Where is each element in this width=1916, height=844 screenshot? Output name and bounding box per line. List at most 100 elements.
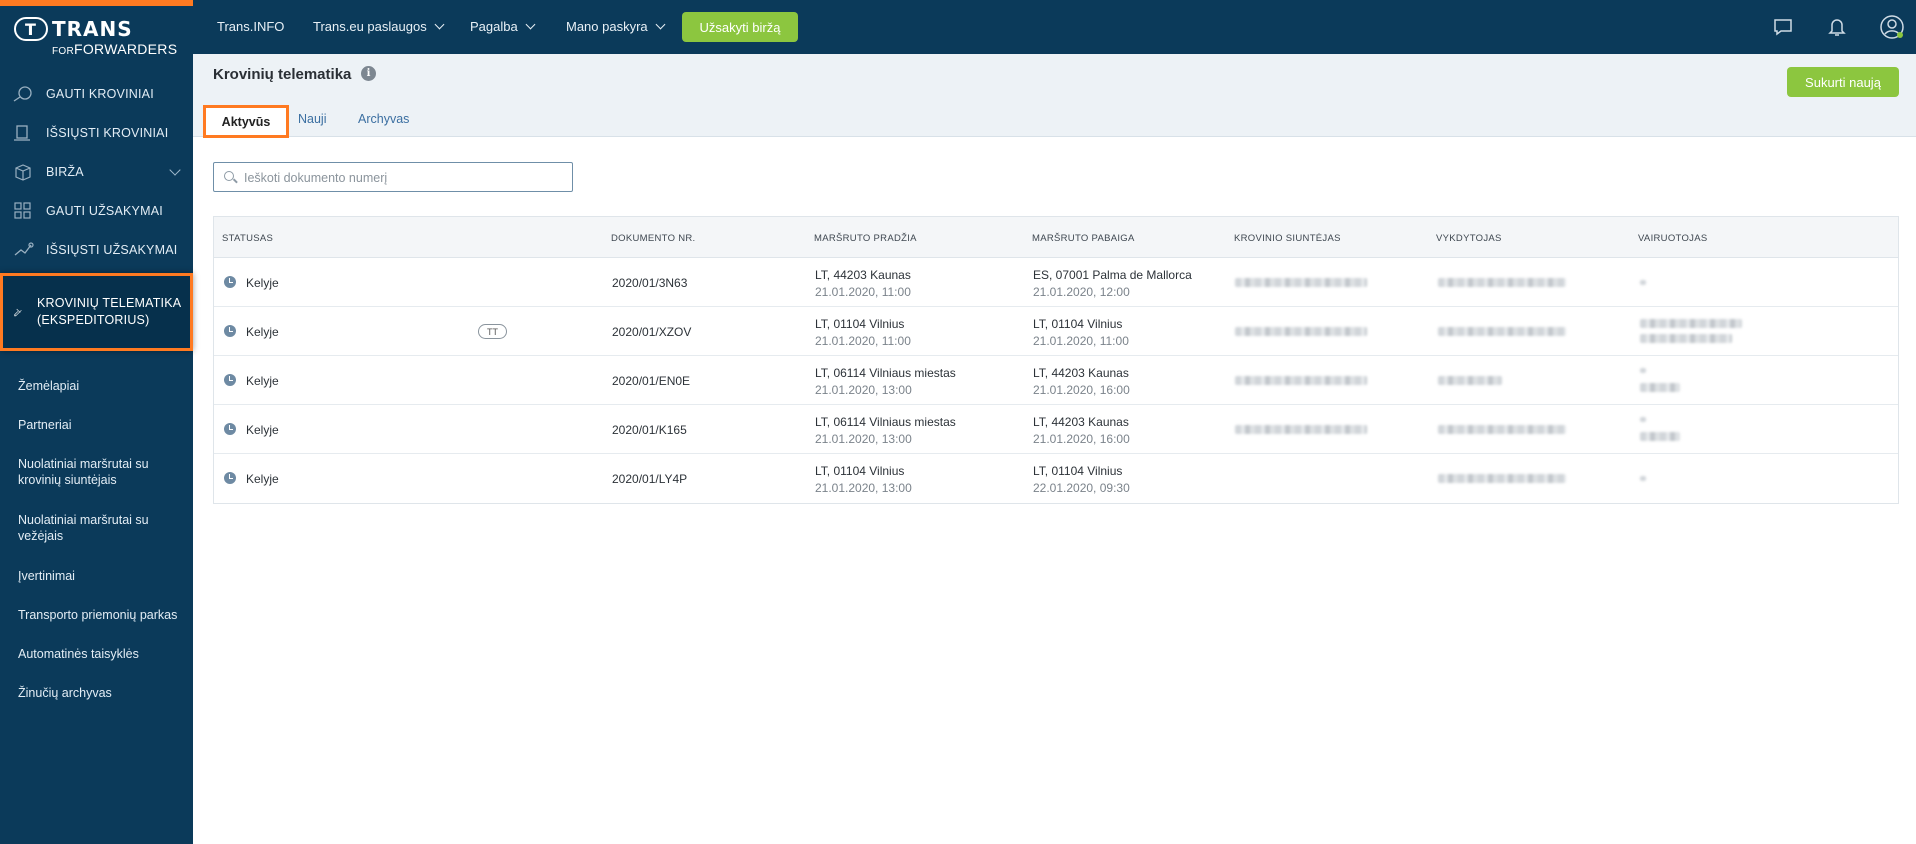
document-number: 2020/01/K165 [612, 423, 687, 437]
clock-icon [224, 423, 236, 435]
column-header-driver[interactable]: VAIRUOTOJAS [1638, 233, 1707, 244]
route-start: LT, 06114 Vilniaus miestas 21.01.2020, 13… [815, 414, 956, 448]
route-end-time: 21.01.2020, 16:00 [1033, 383, 1130, 397]
sidebar-item-issiusti-uzsakymai[interactable]: IŠSIŲSTI UŽSAKYMAI [0, 230, 193, 269]
topbar-link-transinfo[interactable]: Trans.INFO [217, 19, 284, 34]
sidebar-sub-ivertinimai[interactable]: Įvertinimai [0, 556, 193, 595]
sidebar-item-label: KROVINIŲ TELEMATIKA (EKSPEDITORIUS) [36, 296, 181, 327]
search-box [213, 162, 573, 192]
column-header-document[interactable]: DOKUMENTO NR. [611, 233, 695, 244]
route-start-time: 21.01.2020, 13:00 [815, 481, 912, 495]
sidebar-item-label: IŠSIŲSTI UŽSAKYMAI [46, 242, 178, 257]
route-end: LT, 01104 Vilnius 21.01.2020, 11:00 [1033, 316, 1129, 350]
page-title: Krovinių telematika [213, 66, 352, 83]
column-header-shipper[interactable]: KROVINIO SIUNTĖJAS [1234, 233, 1341, 244]
sidebar-accent-line [0, 0, 193, 6]
sidebar-sub-partneriai[interactable]: Partneriai [0, 405, 193, 444]
logo-word-for: FOR [52, 46, 75, 57]
document-number: 2020/01/LY4P [612, 472, 688, 486]
trans-for-forwarders-logo[interactable]: T TRANS FORFORWARDERS [14, 17, 184, 57]
route-start: LT, 44203 Kaunas 21.01.2020, 11:00 [815, 267, 911, 301]
sidebar-sub-zemelapiai[interactable]: Žemėlapiai [0, 366, 193, 405]
redacted-shipper [1235, 327, 1367, 336]
route-end: ES, 07001 Palma de Mallorca 21.01.2020, 1… [1033, 267, 1192, 301]
create-new-button[interactable]: Sukurti naują [1787, 67, 1899, 97]
tab-nauji[interactable]: Nauji [298, 112, 327, 126]
cargo-received-icon [13, 85, 32, 102]
column-header-executor[interactable]: VYKDYTOJAS [1436, 233, 1502, 244]
redacted-executor [1438, 278, 1566, 287]
redacted-driver [1640, 476, 1646, 481]
route-start: LT, 01104 Vilnius 21.01.2020, 13:00 [815, 463, 912, 497]
status-text: Kelyje [246, 276, 279, 290]
route-end-place: LT, 01104 Vilnius [1033, 317, 1123, 331]
column-header-route-start[interactable]: MARŠRUTO PRADŽIA [814, 233, 917, 244]
logo-word-trans: TRANS [52, 17, 133, 41]
sidebar-main-nav: GAUTI KROVINIAI IŠSIŲSTI KROVINIAI BIRŽA… [0, 74, 193, 351]
topbar-link-account[interactable]: Mano paskyra [566, 19, 666, 34]
redacted-driver [1640, 280, 1646, 285]
table-row[interactable]: Kelyje 2020/01/K165 LT, 06114 Vilniaus m… [214, 405, 1898, 454]
table-row[interactable]: Kelyje 2020/01/3N63 LT, 44203 Kaunas 21.0… [214, 258, 1898, 307]
route-start-place: LT, 01104 Vilnius [815, 317, 905, 331]
route-end-time: 21.01.2020, 12:00 [1033, 285, 1130, 299]
sidebar-item-issiusti-kroviniai[interactable]: IŠSIŲSTI KROVINIAI [0, 113, 193, 152]
box-icon [15, 163, 31, 181]
user-icon[interactable] [1879, 14, 1905, 40]
sidebar-item-gauti-uzsakymai[interactable]: GAUTI UŽSAKYMAI [0, 191, 193, 230]
sidebar: T TRANS FORFORWARDERS GAUTI KROVINIAI IŠS… [0, 0, 193, 844]
topbar-link-label: Mano paskyra [566, 19, 648, 34]
chat-icon[interactable] [1770, 14, 1796, 40]
table-row[interactable]: Kelyje 2020/01/EN0E LT, 06114 Vilniaus m… [214, 356, 1898, 405]
route-start-time: 21.01.2020, 13:00 [815, 432, 912, 446]
chevron-down-icon[interactable] [169, 164, 181, 176]
topbar-link-help[interactable]: Pagalba [470, 19, 536, 34]
tab-archyvas[interactable]: Archyvas [358, 112, 409, 126]
table-row[interactable]: Kelyje TT 2020/01/XZOV LT, 01104 Vilnius… [214, 307, 1898, 356]
logo-word-forwarders: FORWARDERS [74, 41, 178, 57]
sidebar-item-label: GAUTI KROVINIAI [46, 86, 154, 101]
column-header-route-end[interactable]: MARŠRUTO PABAIGA [1032, 233, 1135, 244]
topbar-link-label: Trans.INFO [217, 19, 285, 34]
sidebar-sub-nav: Žemėlapiai Partneriai Nuolatiniai maršru… [0, 366, 193, 712]
bell-icon[interactable] [1824, 14, 1850, 40]
search-input[interactable] [244, 168, 564, 188]
sidebar-sub-routes-carriers[interactable]: Nuolatiniai maršrutai su vežėjais [0, 500, 193, 556]
order-exchange-button[interactable]: Užsakyti biržą [682, 12, 798, 42]
sidebar-item-label: BIRŽA [46, 164, 84, 179]
topbar-link-services[interactable]: Trans.eu paslaugos [313, 19, 445, 34]
satellite-icon [14, 308, 22, 317]
sidebar-item-label: IŠSIŲSTI KROVINIAI [46, 125, 169, 140]
sidebar-item-gauti-kroviniai[interactable]: GAUTI KROVINIAI [0, 74, 193, 113]
status-text: Kelyje [246, 374, 279, 388]
redacted-driver-phone [1640, 383, 1680, 392]
redacted-executor [1438, 327, 1566, 336]
route-end: LT, 01104 Vilnius 22.01.2020, 09:30 [1033, 463, 1130, 497]
route-start-place: LT, 44203 Kaunas [815, 268, 911, 282]
table-row[interactable]: Kelyje 2020/01/LY4P LT, 01104 Vilnius 21.… [214, 454, 1898, 503]
page-header: Krovinių telematika i Sukurti naują [193, 54, 1916, 137]
status-text: Kelyje [246, 325, 279, 339]
telematics-table: STATUSAS DOKUMENTO NR. MARŠRUTO PRADŽIA … [213, 216, 1899, 504]
redacted-executor [1438, 474, 1566, 483]
chevron-down-icon [525, 19, 536, 30]
tab-aktyvus[interactable]: Aktyvūs [203, 105, 289, 138]
info-icon[interactable]: i [361, 66, 376, 81]
sidebar-item-birza[interactable]: BIRŽA [0, 152, 193, 191]
document-number: 2020/01/XZOV [612, 325, 692, 339]
sidebar-item-label: GAUTI UŽSAKYMAI [46, 203, 163, 218]
route-start-place: LT, 06114 Vilniaus miestas [815, 415, 956, 429]
sidebar-item-kroviniu-telematika[interactable]: KROVINIŲ TELEMATIKA (EKSPEDITORIUS) [0, 273, 193, 351]
sidebar-sub-routes-shippers[interactable]: Nuolatiniai maršrutai su krovinių siuntė… [0, 444, 193, 500]
route-start-place: LT, 06114 Vilniaus miestas [815, 366, 956, 380]
sidebar-sub-message-archive[interactable]: Žinučių archyvas [0, 673, 193, 712]
grid-icon [14, 201, 31, 219]
sidebar-sub-fleet[interactable]: Transporto priemonių parkas [0, 595, 193, 634]
cargo-sent-icon [14, 124, 30, 141]
redacted-shipper [1235, 376, 1367, 385]
column-header-status[interactable]: STATUSAS [222, 233, 273, 244]
route-end-place: LT, 44203 Kaunas [1033, 366, 1129, 380]
sidebar-sub-auto-rules[interactable]: Automatinės taisyklės [0, 634, 193, 673]
top-bar: Trans.INFO Trans.eu paslaugos Pagalba Ma… [193, 0, 1916, 54]
route-end-place: LT, 44203 Kaunas [1033, 415, 1129, 429]
